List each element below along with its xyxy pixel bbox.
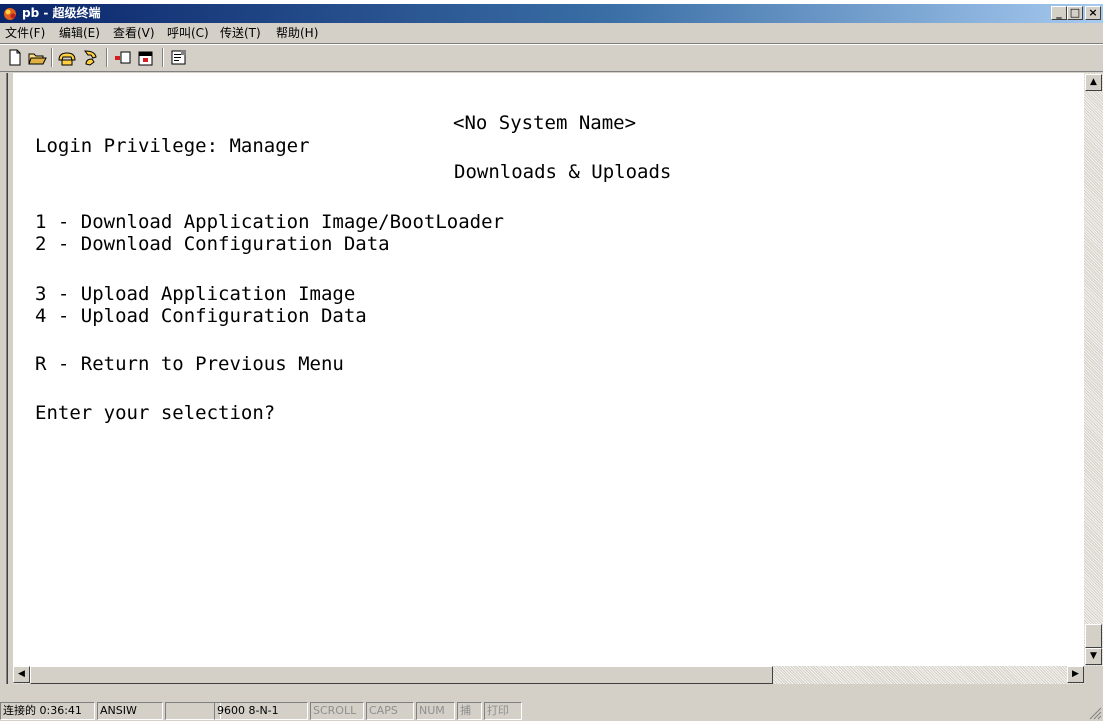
send-icon[interactable] bbox=[112, 47, 134, 68]
menu-option-4: 4 - Upload Configuration Data bbox=[35, 305, 367, 327]
menu-title-line: Downloads & Uploads bbox=[454, 161, 672, 183]
menu-transfer[interactable]: 传送(T) bbox=[220, 26, 261, 40]
status-scroll: SCROLL bbox=[310, 702, 364, 720]
properties-icon[interactable] bbox=[168, 47, 190, 68]
scroll-up-icon[interactable]: ▲ bbox=[1085, 74, 1102, 91]
vertical-scrollbar[interactable]: ▲ ▼ bbox=[1084, 73, 1103, 666]
system-name-line: <No System Name> bbox=[453, 112, 637, 134]
status-connected-time: 连接的 0:36:41 bbox=[0, 702, 95, 720]
scroll-down-icon[interactable]: ▼ bbox=[1085, 648, 1102, 665]
menu-option-3: 3 - Upload Application Image bbox=[35, 283, 356, 305]
connect-icon[interactable] bbox=[56, 47, 78, 68]
vertical-scroll-thumb[interactable] bbox=[1085, 624, 1102, 648]
status-bar: 连接的 0:36:41 ANSIW 9600 8-N-1 SCROLL CAPS… bbox=[0, 686, 1103, 721]
menu-edit[interactable]: 编辑(E) bbox=[59, 26, 100, 40]
toolbar-separator bbox=[106, 48, 108, 67]
status-port-settings: 9600 8-N-1 bbox=[214, 702, 308, 720]
receive-icon[interactable] bbox=[135, 47, 157, 68]
menu-file[interactable]: 文件(F) bbox=[5, 26, 45, 40]
horizontal-scrollbar[interactable]: ◀ ▶ bbox=[13, 666, 1084, 684]
scroll-left-icon[interactable]: ◀ bbox=[13, 666, 30, 683]
scrollbar-corner bbox=[1084, 666, 1103, 684]
login-privilege-line: Login Privilege: Manager bbox=[35, 135, 310, 157]
toolbar-separator bbox=[51, 48, 53, 67]
terminal-frame: <No System Name> Login Privilege: Manage… bbox=[0, 73, 1103, 684]
menu-call[interactable]: 呼叫(C) bbox=[167, 26, 209, 40]
horizontal-scroll-thumb[interactable] bbox=[30, 666, 773, 684]
scroll-right-icon[interactable]: ▶ bbox=[1067, 666, 1084, 683]
minimize-button[interactable]: _ bbox=[1051, 6, 1067, 20]
menu-help[interactable]: 帮助(H) bbox=[276, 26, 318, 40]
status-spacer bbox=[165, 702, 221, 720]
maximize-button[interactable]: □ bbox=[1067, 6, 1083, 20]
menu-view[interactable]: 查看(V) bbox=[113, 26, 155, 40]
selection-prompt: Enter your selection? bbox=[35, 402, 276, 424]
status-emulation: ANSIW bbox=[97, 702, 163, 720]
status-caps: CAPS bbox=[366, 702, 414, 720]
close-button[interactable]: × bbox=[1085, 6, 1101, 20]
window-title: pb - 超级终端 bbox=[22, 6, 101, 20]
menu-option-2: 2 - Download Configuration Data bbox=[35, 233, 390, 255]
open-icon[interactable] bbox=[26, 47, 48, 68]
hyperterminal-window: pb - 超级终端 _ □ × 文件(F) 编辑(E) 查看(V) 呼叫(C) … bbox=[0, 4, 1103, 721]
status-print: 打印 bbox=[484, 702, 522, 720]
disconnect-icon[interactable] bbox=[80, 47, 102, 68]
hyperterminal-app-icon[interactable] bbox=[3, 6, 18, 21]
terminal-screen[interactable]: <No System Name> Login Privilege: Manage… bbox=[13, 73, 1084, 666]
toolbar bbox=[0, 44, 1103, 72]
menu-option-return: R - Return to Previous Menu bbox=[35, 353, 344, 375]
toolbar-separator bbox=[162, 48, 164, 67]
status-num: NUM bbox=[416, 702, 455, 720]
title-bar[interactable]: pb - 超级终端 _ □ × bbox=[0, 4, 1103, 23]
status-capture: 捕 bbox=[457, 702, 482, 720]
terminal-left-border bbox=[0, 73, 12, 684]
menu-bar: 文件(F) 编辑(E) 查看(V) 呼叫(C) 传送(T) 帮助(H) bbox=[0, 23, 1103, 44]
resize-grip-icon[interactable] bbox=[1088, 706, 1102, 720]
new-connection-icon[interactable] bbox=[4, 47, 26, 68]
menu-option-1: 1 - Download Application Image/BootLoade… bbox=[35, 211, 504, 233]
